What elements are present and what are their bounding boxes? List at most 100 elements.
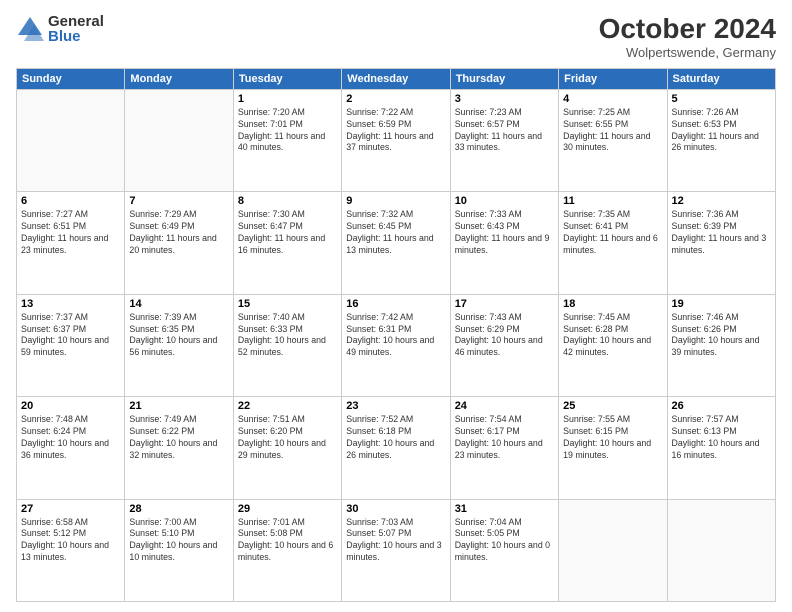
day-number: 11 (563, 195, 662, 207)
day-cell: 5 Sunrise: 7:26 AMSunset: 6:53 PMDaylight… (667, 89, 775, 191)
day-cell: 25 Sunrise: 7:55 AMSunset: 6:15 PMDayligh… (559, 397, 667, 499)
day-number: 26 (672, 400, 771, 412)
day-number: 31 (455, 503, 554, 515)
day-info: Sunrise: 7:52 AMSunset: 6:18 PMDaylight:… (346, 414, 445, 462)
logo-general-text: General (48, 14, 104, 29)
day-info: Sunrise: 7:49 AMSunset: 6:22 PMDaylight:… (129, 414, 228, 462)
day-cell: 19Sunrise: 7:46 AMSunset: 6:26 PMDayligh… (667, 294, 775, 396)
day-info: Sunrise: 7:26 AMSunset: 6:53 PMDaylight:… (672, 107, 771, 155)
day-info: Sunrise: 7:20 AMSunset: 7:01 PMDaylight:… (238, 107, 337, 155)
calendar-header-monday: Monday (125, 68, 233, 89)
day-cell (17, 89, 125, 191)
week-row-1: 1Sunrise: 7:20 AMSunset: 7:01 PMDaylight… (17, 89, 776, 191)
day-number: 5 (672, 93, 771, 105)
day-cell: 18Sunrise: 7:45 AMSunset: 6:28 PMDayligh… (559, 294, 667, 396)
day-number: 28 (129, 503, 228, 515)
day-cell: 20Sunrise: 7:48 AMSunset: 6:24 PMDayligh… (17, 397, 125, 499)
day-number: 29 (238, 503, 337, 515)
day-cell (559, 499, 667, 601)
calendar-header-row: SundayMondayTuesdayWednesdayThursdayFrid… (17, 68, 776, 89)
day-info: Sunrise: 7:54 AMSunset: 6:17 PMDaylight:… (455, 414, 554, 462)
day-number: 14 (129, 298, 228, 310)
week-row-3: 13 Sunrise: 7:37 AMSunset: 6:37 PMDayligh… (17, 294, 776, 396)
day-info: Sunrise: 6:58 AMSunset: 5:12 PMDaylight:… (21, 517, 120, 565)
day-number: 20 (21, 400, 120, 412)
day-cell: 15 Sunrise: 7:40 AMSunset: 6:33 PMDayligh… (233, 294, 341, 396)
day-info: Sunrise: 7:37 AMSunset: 6:37 PMDaylight:… (21, 312, 120, 360)
day-info: Sunrise: 7:57 AMSunset: 6:13 PMDaylight:… (672, 414, 771, 462)
day-number: 27 (21, 503, 120, 515)
week-row-4: 20Sunrise: 7:48 AMSunset: 6:24 PMDayligh… (17, 397, 776, 499)
day-info: Sunrise: 7:42 AMSunset: 6:31 PMDaylight:… (346, 312, 445, 360)
header: General Blue October 2024 Wolpertswende,… (16, 14, 776, 60)
day-info: Sunrise: 7:22 AMSunset: 6:59 PMDaylight:… (346, 107, 445, 155)
day-info: Sunrise: 7:39 AMSunset: 6:35 PMDaylight:… (129, 312, 228, 360)
day-number: 2 (346, 93, 445, 105)
calendar-header-thursday: Thursday (450, 68, 558, 89)
day-cell: 13 Sunrise: 7:37 AMSunset: 6:37 PMDayligh… (17, 294, 125, 396)
day-cell: 30 Sunrise: 7:03 AMSunset: 5:07 PMDayligh… (342, 499, 450, 601)
day-info: Sunrise: 7:30 AMSunset: 6:47 PMDaylight:… (238, 209, 337, 257)
calendar-header-friday: Friday (559, 68, 667, 89)
calendar-table: SundayMondayTuesdayWednesdayThursdayFrid… (16, 68, 776, 602)
day-info: Sunrise: 7:04 AMSunset: 5:05 PMDaylight:… (455, 517, 554, 565)
day-cell: 3 Sunrise: 7:23 AMSunset: 6:57 PMDaylight… (450, 89, 558, 191)
day-cell: 8Sunrise: 7:30 AMSunset: 6:47 PMDaylight… (233, 192, 341, 294)
day-info: Sunrise: 7:51 AMSunset: 6:20 PMDaylight:… (238, 414, 337, 462)
sub-title: Wolpertswende, Germany (599, 45, 776, 60)
day-cell: 2 Sunrise: 7:22 AMSunset: 6:59 PMDaylight… (342, 89, 450, 191)
day-info: Sunrise: 7:29 AMSunset: 6:49 PMDaylight:… (129, 209, 228, 257)
week-row-5: 27 Sunrise: 6:58 AMSunset: 5:12 PMDayligh… (17, 499, 776, 601)
day-cell: 21 Sunrise: 7:49 AMSunset: 6:22 PMDayligh… (125, 397, 233, 499)
calendar-header-saturday: Saturday (667, 68, 775, 89)
logo-text: General Blue (48, 14, 104, 44)
day-cell: 10Sunrise: 7:33 AMSunset: 6:43 PMDayligh… (450, 192, 558, 294)
logo: General Blue (16, 14, 104, 44)
day-cell: 29Sunrise: 7:01 AMSunset: 5:08 PMDayligh… (233, 499, 341, 601)
day-number: 17 (455, 298, 554, 310)
day-number: 13 (21, 298, 120, 310)
day-cell: 24 Sunrise: 7:54 AMSunset: 6:17 PMDayligh… (450, 397, 558, 499)
day-number: 3 (455, 93, 554, 105)
day-cell: 23Sunrise: 7:52 AMSunset: 6:18 PMDayligh… (342, 397, 450, 499)
day-info: Sunrise: 7:03 AMSunset: 5:07 PMDaylight:… (346, 517, 445, 565)
day-cell: 31 Sunrise: 7:04 AMSunset: 5:05 PMDayligh… (450, 499, 558, 601)
day-number: 15 (238, 298, 337, 310)
day-cell: 17 Sunrise: 7:43 AMSunset: 6:29 PMDayligh… (450, 294, 558, 396)
day-info: Sunrise: 7:23 AMSunset: 6:57 PMDaylight:… (455, 107, 554, 155)
calendar-header-sunday: Sunday (17, 68, 125, 89)
day-info: Sunrise: 7:55 AMSunset: 6:15 PMDaylight:… (563, 414, 662, 462)
day-info: Sunrise: 7:40 AMSunset: 6:33 PMDaylight:… (238, 312, 337, 360)
day-number: 30 (346, 503, 445, 515)
day-info: Sunrise: 7:35 AMSunset: 6:41 PMDaylight:… (563, 209, 662, 257)
week-row-2: 6 Sunrise: 7:27 AMSunset: 6:51 PMDaylight… (17, 192, 776, 294)
day-cell (667, 499, 775, 601)
day-info: Sunrise: 7:25 AMSunset: 6:55 PMDaylight:… (563, 107, 662, 155)
logo-blue-text: Blue (48, 29, 104, 44)
day-info: Sunrise: 7:33 AMSunset: 6:43 PMDaylight:… (455, 209, 554, 257)
day-info: Sunrise: 7:00 AMSunset: 5:10 PMDaylight:… (129, 517, 228, 565)
day-info: Sunrise: 7:27 AMSunset: 6:51 PMDaylight:… (21, 209, 120, 257)
day-cell: 12 Sunrise: 7:36 AMSunset: 6:39 PMDayligh… (667, 192, 775, 294)
day-number: 12 (672, 195, 771, 207)
day-cell: 27 Sunrise: 6:58 AMSunset: 5:12 PMDayligh… (17, 499, 125, 601)
day-info: Sunrise: 7:43 AMSunset: 6:29 PMDaylight:… (455, 312, 554, 360)
day-cell: 11 Sunrise: 7:35 AMSunset: 6:41 PMDayligh… (559, 192, 667, 294)
day-number: 25 (563, 400, 662, 412)
day-cell: 7Sunrise: 7:29 AMSunset: 6:49 PMDaylight… (125, 192, 233, 294)
day-cell: 26 Sunrise: 7:57 AMSunset: 6:13 PMDayligh… (667, 397, 775, 499)
day-cell: 6 Sunrise: 7:27 AMSunset: 6:51 PMDaylight… (17, 192, 125, 294)
day-number: 22 (238, 400, 337, 412)
day-info: Sunrise: 7:36 AMSunset: 6:39 PMDaylight:… (672, 209, 771, 257)
logo-icon (16, 15, 44, 43)
day-number: 9 (346, 195, 445, 207)
day-number: 21 (129, 400, 228, 412)
day-cell: 1Sunrise: 7:20 AMSunset: 7:01 PMDaylight… (233, 89, 341, 191)
day-number: 16 (346, 298, 445, 310)
day-number: 6 (21, 195, 120, 207)
day-info: Sunrise: 7:45 AMSunset: 6:28 PMDaylight:… (563, 312, 662, 360)
calendar-header-tuesday: Tuesday (233, 68, 341, 89)
day-number: 24 (455, 400, 554, 412)
day-cell: 22 Sunrise: 7:51 AMSunset: 6:20 PMDayligh… (233, 397, 341, 499)
day-cell: 16 Sunrise: 7:42 AMSunset: 6:31 PMDayligh… (342, 294, 450, 396)
